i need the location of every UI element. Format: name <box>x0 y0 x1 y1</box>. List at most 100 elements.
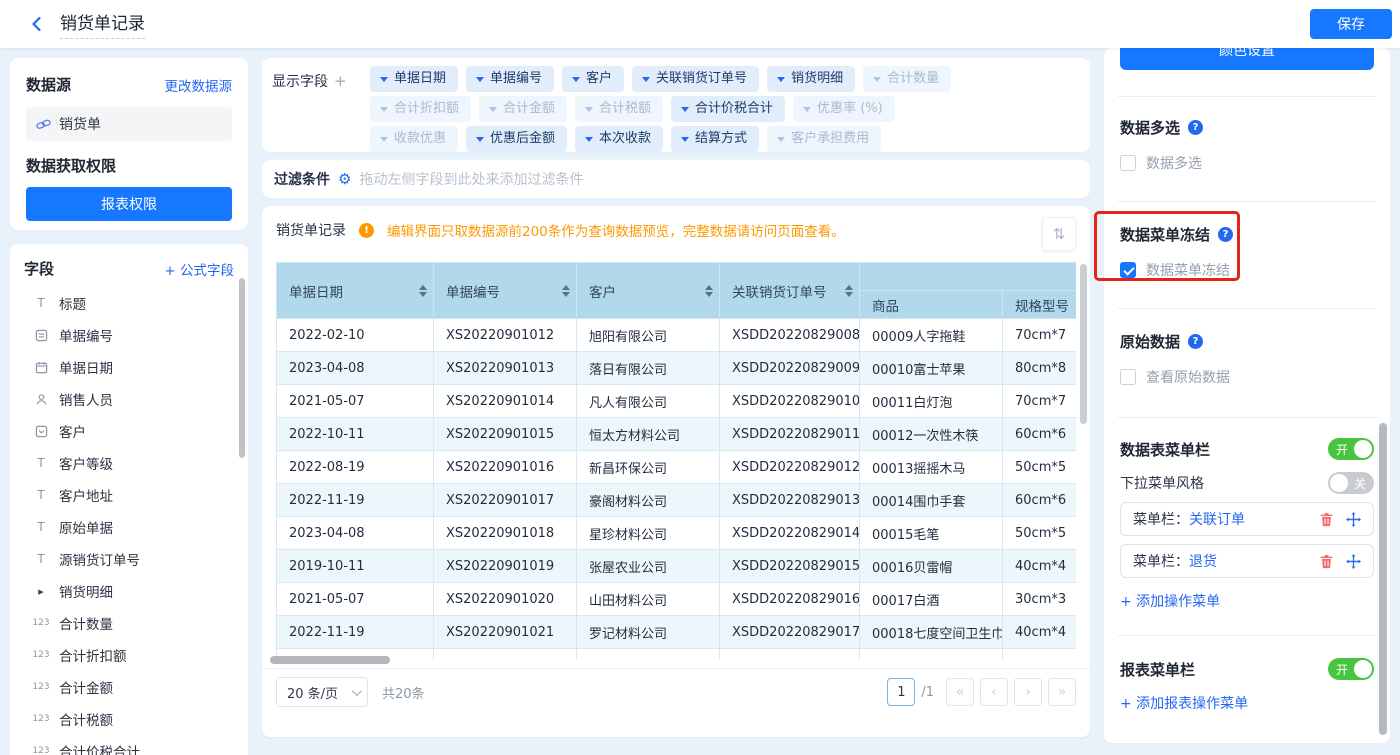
field-item[interactable]: 123合计数量 <box>24 607 234 639</box>
display-field-chip[interactable]: 销货明细 <box>767 66 855 92</box>
change-datasource-link[interactable]: 更改数据源 <box>165 75 233 95</box>
field-item[interactable]: 单据编号 <box>24 319 234 351</box>
settings-scrollbar[interactable] <box>1379 423 1387 735</box>
color-settings-button[interactable]: 颜色设置 <box>1120 48 1374 70</box>
display-field-chip[interactable]: 合计价税合计 <box>671 96 785 122</box>
report-permission-button[interactable]: 报表权限 <box>26 187 232 221</box>
caret-down-icon <box>681 137 689 142</box>
field-item[interactable]: 单据日期 <box>24 351 234 383</box>
sort-icon[interactable] <box>562 285 570 297</box>
field-item[interactable]: 客户 <box>24 415 234 447</box>
sort-icon[interactable] <box>845 285 853 297</box>
multi-select-checkbox-row[interactable]: 数据多选 <box>1120 153 1374 173</box>
field-item[interactable]: ▸销货明细 <box>24 575 234 607</box>
chip-label: 关联销货订单号 <box>656 66 747 92</box>
menu-freeze-checkbox[interactable] <box>1120 262 1136 278</box>
menu-item-name[interactable]: 退货 <box>1189 551 1217 571</box>
help-icon[interactable]: ? <box>1188 120 1203 135</box>
add-formula-field-link[interactable]: + 公式字段 <box>164 259 234 279</box>
data-table: 单据日期单据编号客户关联销货订单号商品规格型号2022-02-10XS20220… <box>276 262 1076 660</box>
table-row[interactable]: 2022-08-19XS20220901016新昌环保公司XSDD2022082… <box>277 451 1077 484</box>
gear-icon[interactable]: ⚙ <box>338 170 351 188</box>
move-icon[interactable] <box>1346 512 1361 527</box>
field-item[interactable]: T原始单据 <box>24 511 234 543</box>
move-icon[interactable] <box>1346 554 1361 569</box>
field-item[interactable]: 123合计金额 <box>24 671 234 703</box>
save-button[interactable]: 保存 <box>1310 9 1392 39</box>
table-row[interactable]: 2021-05-07XS20220901014凡人有限公司XSDD2022082… <box>277 385 1077 418</box>
table-row[interactable]: 2022-02-10XS20220901012旭阳有限公司XSDD2022082… <box>277 319 1077 352</box>
menu-item-name[interactable]: 关联订单 <box>1189 509 1245 529</box>
row-sort-button[interactable]: ⇅ <box>1042 217 1076 251</box>
datasource-item[interactable]: 销货单 <box>26 107 232 141</box>
menu-bar-item[interactable]: 菜单栏：关联订单 <box>1120 502 1374 536</box>
table-row[interactable]: 2022-11-19XS20220901021罗记材料公司XSDD2022082… <box>277 616 1077 649</box>
fields-scrollbar[interactable] <box>239 278 245 458</box>
display-field-chip[interactable]: 优惠率 (%) <box>793 96 895 122</box>
next-page-button[interactable]: › <box>1014 678 1042 706</box>
field-item[interactable]: 123合计价税合计 <box>24 735 234 755</box>
table-cell: 落日有限公司 <box>577 352 720 385</box>
table-row[interactable]: 2023-04-08XS20220901018星珍材料公司XSDD2022082… <box>277 517 1077 550</box>
table-vscroll-thumb[interactable] <box>1080 264 1087 424</box>
multi-select-checkbox[interactable] <box>1120 155 1136 171</box>
display-field-chip[interactable]: 客户 <box>562 66 624 92</box>
first-page-button[interactable]: « <box>946 678 974 706</box>
display-field-chip[interactable]: 单据日期 <box>370 66 458 92</box>
table-cell: 00012一次性木筷 <box>860 418 1003 451</box>
field-item[interactable]: T客户等级 <box>24 447 234 479</box>
back-button[interactable] <box>26 13 48 35</box>
column-label: 单据日期 <box>289 281 343 301</box>
field-item[interactable]: T客户地址 <box>24 479 234 511</box>
menu-bar-item[interactable]: 菜单栏：退货 <box>1120 544 1374 578</box>
field-label: 合计数量 <box>59 613 113 633</box>
help-icon[interactable]: ? <box>1188 334 1203 349</box>
display-field-chip[interactable]: 合计金额 <box>479 96 567 122</box>
raw-data-checkbox[interactable] <box>1120 369 1136 385</box>
help-icon[interactable]: ? <box>1218 227 1233 242</box>
table-row[interactable]: 2022-11-19XS20220901017豪阁材料公司XSDD2022082… <box>277 484 1077 517</box>
last-page-button[interactable]: » <box>1048 678 1076 706</box>
trash-icon[interactable] <box>1319 512 1334 527</box>
dropdown-style-toggle[interactable]: 关 <box>1328 472 1374 494</box>
report-menu-toggle[interactable]: 开 <box>1328 658 1374 680</box>
add-display-field-button[interactable]: + <box>334 72 347 90</box>
display-field-chip[interactable]: 结算方式 <box>671 126 759 152</box>
number-icon: 123 <box>32 746 50 755</box>
column-header: 单据日期 <box>277 263 434 319</box>
page-size-select[interactable]: 20 条/页 <box>276 677 368 707</box>
display-field-chip[interactable]: 合计折扣额 <box>370 96 471 122</box>
field-item[interactable]: T标题 <box>24 287 234 319</box>
table-title: 销货单记录 <box>276 220 346 240</box>
display-field-chip[interactable]: 合计税额 <box>575 96 663 122</box>
display-field-chip[interactable]: 客户承担费用 <box>767 126 881 152</box>
display-field-chip[interactable]: 关联销货订单号 <box>632 66 759 92</box>
prev-page-button[interactable]: ‹ <box>980 678 1008 706</box>
table-row[interactable]: 2022-10-11XS20220901015恒太方材料公司XSDD202208… <box>277 418 1077 451</box>
field-item[interactable]: 销售人员 <box>24 383 234 415</box>
display-field-chip[interactable]: 收款优惠 <box>370 126 458 152</box>
table-menu-toggle[interactable]: 开 <box>1328 438 1374 460</box>
menu-freeze-checkbox-row[interactable]: 数据菜单冻结 <box>1120 260 1374 280</box>
trash-icon[interactable] <box>1319 554 1334 569</box>
display-field-chip[interactable]: 合计数量 <box>863 66 951 92</box>
sort-icon[interactable] <box>419 285 427 297</box>
add-action-menu-link[interactable]: + 添加操作菜单 <box>1120 591 1374 611</box>
table-cell: 恒太方材料公司 <box>577 418 720 451</box>
field-item[interactable]: 123合计折扣额 <box>24 639 234 671</box>
page-number-input[interactable]: 1 <box>887 678 915 706</box>
table-row[interactable]: 2023-04-08XS20220901013落日有限公司XSDD2022082… <box>277 352 1077 385</box>
table-hscroll-thumb[interactable] <box>270 656 390 664</box>
chip-label: 合计数量 <box>887 66 939 92</box>
table-row[interactable]: 2019-10-11XS20220901019张屋农业公司XSDD2022082… <box>277 550 1077 583</box>
field-item[interactable]: 123合计税额 <box>24 703 234 735</box>
raw-data-checkbox-row[interactable]: 查看原始数据 <box>1120 367 1374 387</box>
field-item[interactable]: T源销货订单号 <box>24 543 234 575</box>
display-field-chip[interactable]: 本次收款 <box>575 126 663 152</box>
display-field-chip[interactable]: 单据编号 <box>466 66 554 92</box>
sort-icon[interactable] <box>705 285 713 297</box>
table-cell: XSDD20220829011 <box>720 418 860 451</box>
table-row[interactable]: 2021-05-07XS20220901020山田材料公司XSDD2022082… <box>277 583 1077 616</box>
add-report-menu-link[interactable]: + 添加报表操作菜单 <box>1120 693 1374 713</box>
display-field-chip[interactable]: 优惠后金额 <box>466 126 567 152</box>
